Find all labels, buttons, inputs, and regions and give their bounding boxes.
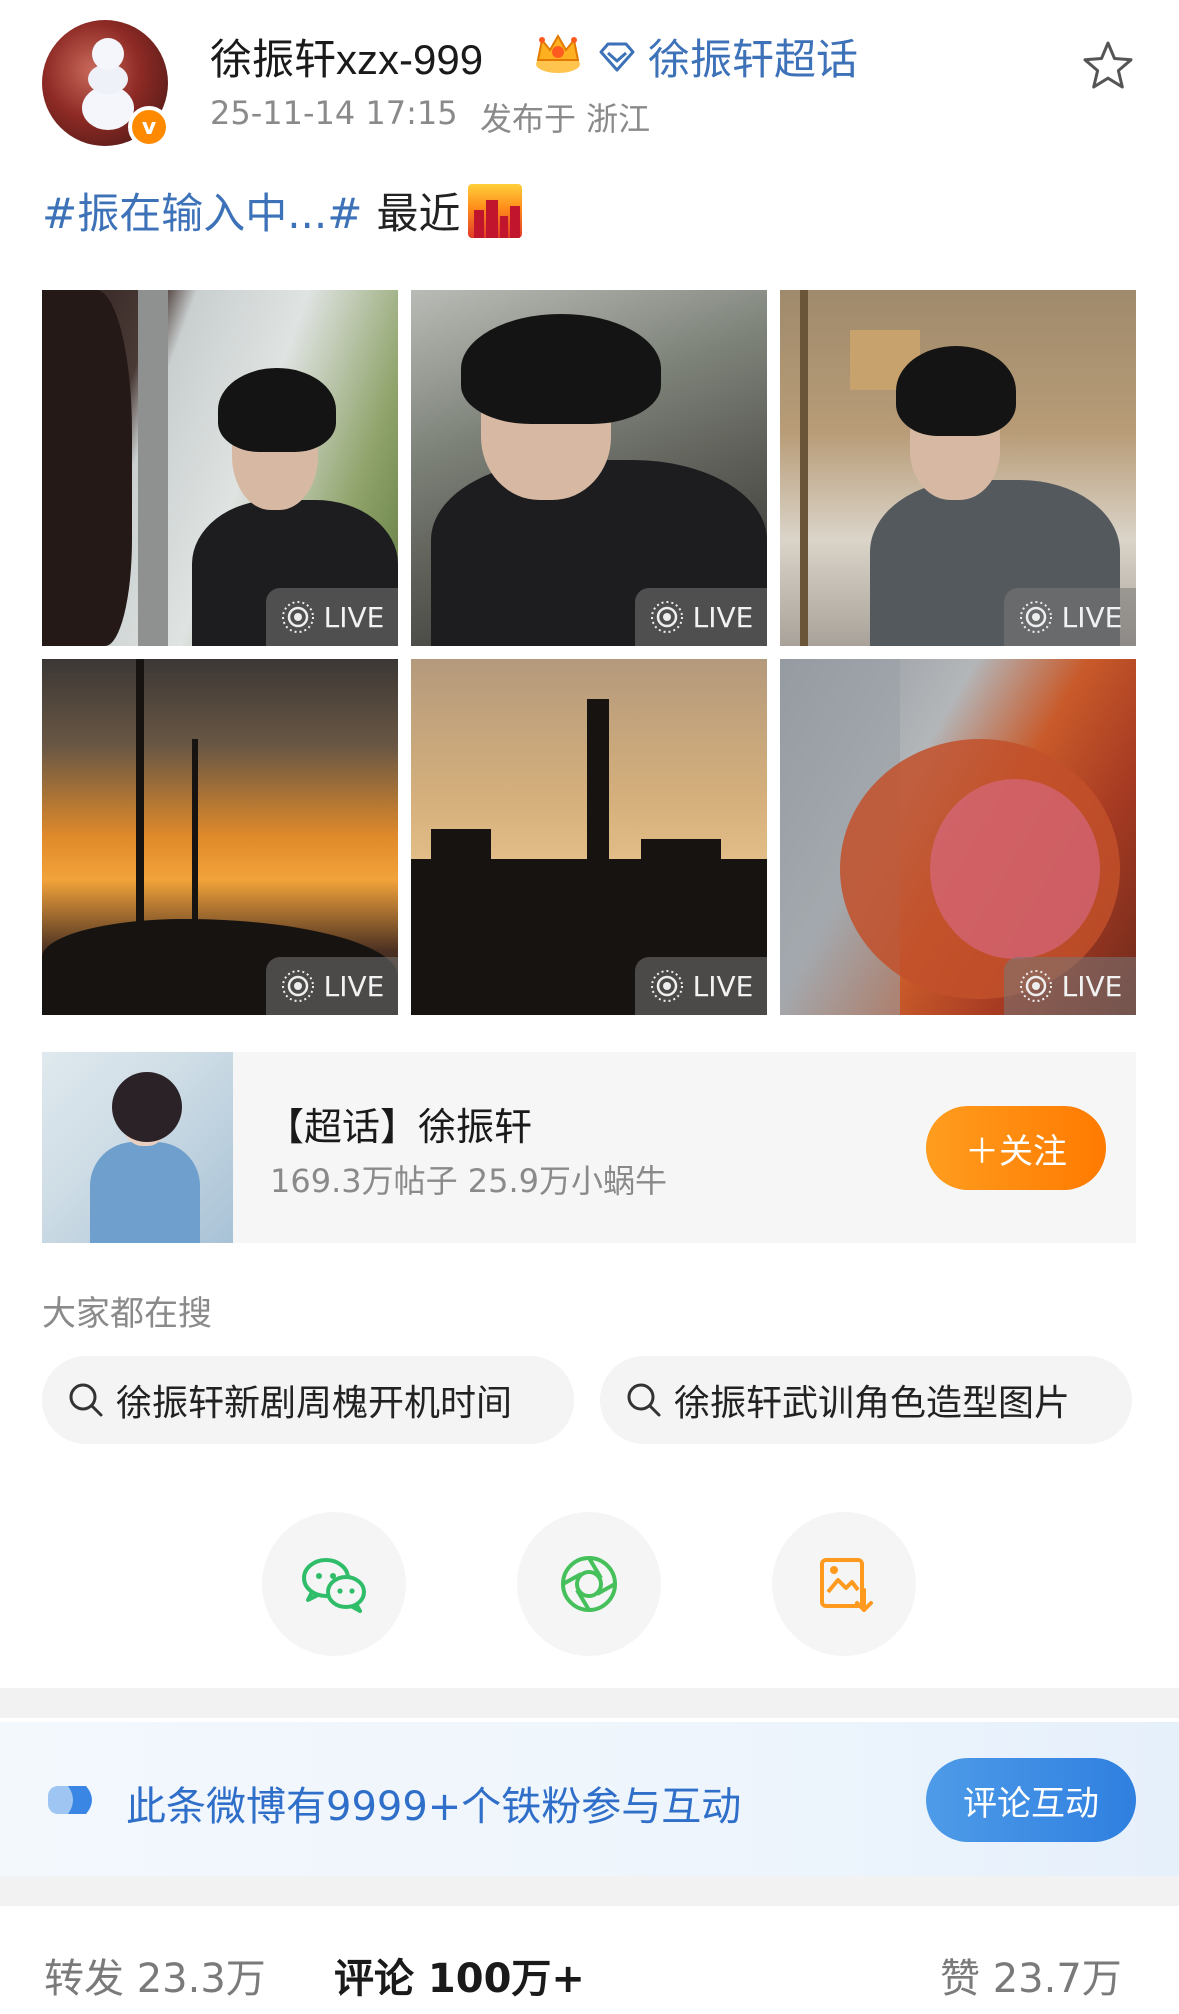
share-wechat-button[interactable] [262, 1512, 406, 1656]
save-image-icon [820, 1558, 873, 1612]
post-hashtag[interactable]: #振在输入中...# [42, 180, 362, 241]
avatar-image [80, 38, 134, 134]
live-badge: LIVE [1004, 588, 1136, 646]
search-icon [69, 1383, 103, 1417]
crown-icon [536, 33, 580, 73]
repost-tab[interactable]: 转发 23.3万 [44, 1946, 266, 2004]
share-moments-button[interactable] [517, 1512, 661, 1656]
photo-2[interactable]: LIVE [411, 290, 767, 646]
live-label: LIVE [323, 600, 385, 634]
live-photo-icon [281, 970, 314, 1002]
live-photo-icon [1019, 970, 1052, 1002]
live-badge: LIVE [1004, 957, 1136, 1015]
live-label: LIVE [323, 969, 385, 1003]
live-photo-icon [650, 601, 683, 633]
photo-5[interactable]: LIVE [411, 659, 767, 1015]
fan-chat-icon [48, 1786, 92, 1814]
author-name[interactable]: 徐振轩xzx-999 [210, 26, 483, 87]
hot-search-title: 大家都在搜 [42, 1294, 212, 1334]
photo-6[interactable]: LIVE [780, 659, 1136, 1015]
wechat-icon [302, 1558, 366, 1613]
post-timestamp: 25-11-14 17:15 [210, 94, 458, 132]
live-photo-icon [650, 970, 683, 1002]
hot-search-label: 徐振轩新剧周槐开机时间 [116, 1383, 513, 1424]
comment-tab[interactable]: 评论 100万+ [334, 1946, 585, 2004]
search-icon [627, 1383, 661, 1417]
photo-1[interactable]: LIVE [42, 290, 398, 646]
supertopic-link[interactable]: 徐振轩超话 [598, 26, 858, 87]
hot-search-chip[interactable]: 徐振轩武训角色造型图片 [600, 1356, 1132, 1444]
live-label: LIVE [692, 600, 754, 634]
follow-button[interactable]: ＋关注 [926, 1106, 1106, 1190]
photo-4[interactable]: LIVE [42, 659, 398, 1015]
photo-3[interactable]: LIVE [780, 290, 1136, 646]
live-photo-icon [281, 601, 314, 633]
post-body-text: 最近 [376, 189, 461, 238]
live-label: LIVE [1061, 600, 1123, 634]
live-label: LIVE [1061, 969, 1123, 1003]
live-photo-icon [1019, 601, 1052, 633]
supertopic-thumbnail [42, 1052, 233, 1243]
favorite-star-icon[interactable] [1080, 38, 1136, 94]
section-divider [0, 1876, 1179, 1906]
hot-search-label: 徐振轩武训角色造型图片 [674, 1383, 1071, 1424]
save-image-button[interactable] [772, 1512, 916, 1656]
live-badge: LIVE [635, 588, 767, 646]
diamond-icon [599, 42, 635, 71]
verified-badge-icon: v [128, 106, 170, 148]
fan-interaction-text: 此条微博有9999+个铁粉参与互动 [126, 1784, 742, 1830]
supertopic-link-label: 徐振轩超话 [648, 35, 859, 84]
live-badge: LIVE [266, 588, 398, 646]
like-tab[interactable]: 赞 23.7万 [940, 1946, 1122, 2004]
supertopic-card[interactable]: 【超话】徐振轩 169.3万帖子 25.9万小蜗牛 ＋关注 [42, 1052, 1136, 1243]
live-label: LIVE [692, 969, 754, 1003]
moments-icon [561, 1556, 617, 1612]
hot-search-chip[interactable]: 徐振轩新剧周槐开机时间 [42, 1356, 574, 1444]
supertopic-stats: 169.3万帖子 25.9万小蜗牛 [270, 1162, 668, 1200]
post-location: 发布于 浙江 [480, 100, 651, 138]
live-badge: LIVE [266, 957, 398, 1015]
supertopic-title: 【超话】徐振轩 [266, 1105, 533, 1149]
comment-interact-button[interactable]: 评论互动 [926, 1758, 1136, 1842]
live-badge: LIVE [635, 957, 767, 1015]
section-divider [0, 1688, 1179, 1718]
photo-grid: LIVE LIVE LIVE LIVE LIVE LIVE [42, 290, 1136, 1015]
post-text: #振在输入中...# 最近 [42, 180, 523, 241]
city-sunset-emoji-icon [468, 183, 523, 238]
fan-interaction-banner: 此条微博有9999+个铁粉参与互动 评论互动 [0, 1722, 1179, 1876]
